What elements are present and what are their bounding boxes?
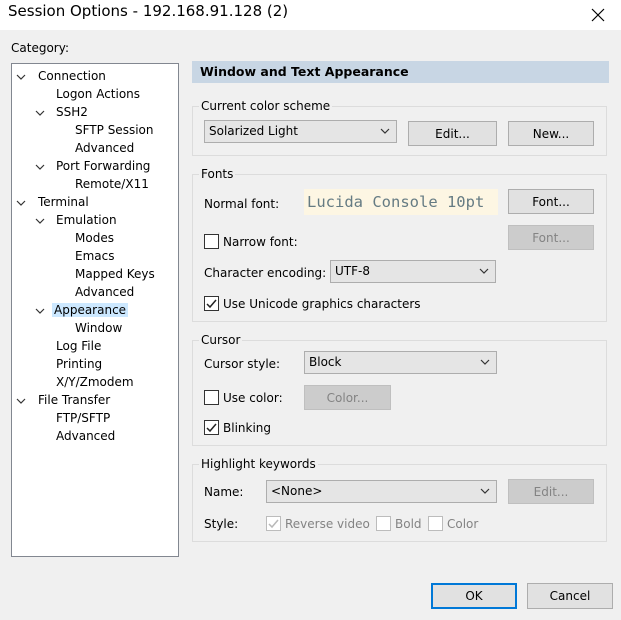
- tree-item-sftp-session[interactable]: SFTP Session: [73, 122, 155, 139]
- reverse-video-checkbox[interactable]: [266, 516, 281, 531]
- checkmark-icon: [206, 299, 217, 309]
- narrow-font-label: Narrow font:: [223, 235, 298, 249]
- tree-item-connection[interactable]: Connection: [16, 68, 108, 85]
- color-scheme-new-button[interactable]: New...: [508, 121, 594, 146]
- tree-item-file-transfer[interactable]: File Transfer: [16, 392, 112, 409]
- close-icon: [591, 8, 605, 22]
- tree-item-ftp-sftp[interactable]: FTP/SFTP: [54, 410, 112, 427]
- checkmark-icon: [268, 519, 279, 529]
- character-encoding-select[interactable]: UTF-8: [330, 260, 496, 283]
- chevron-down-icon[interactable]: [35, 216, 45, 226]
- tree-item-emacs[interactable]: Emacs: [73, 248, 116, 265]
- bold-checkbox[interactable]: [376, 516, 391, 531]
- chevron-down-icon[interactable]: [16, 72, 26, 82]
- color-scheme-group-title: Current color scheme: [199, 99, 333, 113]
- tree-item-port-forwarding[interactable]: Port Forwarding: [35, 158, 152, 175]
- highlight-style-label: Style:: [204, 517, 239, 531]
- panel-header: Window and Text Appearance: [192, 61, 609, 83]
- fonts-group-title: Fonts: [199, 167, 236, 181]
- narrow-font-checkbox[interactable]: [204, 234, 219, 249]
- highlight-name-select[interactable]: <None>: [266, 480, 497, 503]
- tree-item-xyzmodem[interactable]: X/Y/Zmodem: [54, 374, 136, 391]
- highlight-edit-button[interactable]: Edit...: [508, 479, 594, 504]
- tree-item-ssh2-advanced[interactable]: Advanced: [73, 140, 136, 157]
- tree-item-modes[interactable]: Modes: [73, 230, 116, 247]
- tree-item-logon-actions[interactable]: Logon Actions: [54, 86, 142, 103]
- unicode-graphics-checkbox[interactable]: [204, 296, 219, 311]
- color-scheme-edit-button[interactable]: Edit...: [408, 121, 497, 146]
- ok-button[interactable]: OK: [431, 583, 517, 609]
- chevron-down-icon: [480, 488, 490, 494]
- chevron-down-icon: [480, 359, 490, 365]
- chevron-down-icon[interactable]: [16, 198, 26, 208]
- color-label: Color: [447, 517, 479, 531]
- window-title: Session Options - 192.168.91.128 (2): [8, 2, 289, 20]
- tree-item-log-file[interactable]: Log File: [54, 338, 103, 355]
- normal-font-preview: Lucida Console 10pt: [304, 189, 498, 215]
- chevron-down-icon[interactable]: [16, 396, 26, 406]
- tree-item-mapped-keys[interactable]: Mapped Keys: [73, 266, 157, 283]
- category-label: Category:: [11, 41, 69, 55]
- tree-item-terminal[interactable]: Terminal: [16, 194, 91, 211]
- reverse-video-label: Reverse video: [285, 517, 370, 531]
- unicode-graphics-label: Use Unicode graphics characters: [223, 297, 421, 311]
- cursor-blinking-checkbox[interactable]: [204, 420, 219, 435]
- close-button[interactable]: [575, 0, 621, 30]
- highlight-name-label: Name:: [204, 485, 244, 499]
- cursor-use-color-label: Use color:: [223, 391, 283, 405]
- tree-item-emulation-advanced[interactable]: Advanced: [73, 284, 136, 301]
- chevron-down-icon[interactable]: [35, 306, 45, 316]
- chevron-down-icon[interactable]: [35, 162, 45, 172]
- tree-item-emulation[interactable]: Emulation: [35, 212, 119, 229]
- cursor-style-label: Cursor style:: [204, 357, 281, 371]
- normal-font-label: Normal font:: [204, 197, 280, 211]
- color-scheme-select[interactable]: Solarized Light: [204, 120, 397, 143]
- cancel-button[interactable]: Cancel: [527, 583, 613, 609]
- tree-item-file-transfer-advanced[interactable]: Advanced: [54, 428, 117, 445]
- tree-item-window[interactable]: Window: [73, 320, 124, 337]
- cursor-style-select[interactable]: Block: [304, 351, 497, 374]
- chevron-down-icon: [479, 268, 489, 274]
- highlight-group-title: Highlight keywords: [199, 457, 318, 471]
- character-encoding-label: Character encoding:: [204, 266, 327, 280]
- checkmark-icon: [206, 423, 217, 433]
- color-checkbox[interactable]: [428, 516, 443, 531]
- bold-label: Bold: [395, 517, 422, 531]
- cursor-group-title: Cursor: [199, 333, 243, 347]
- tree-item-printing[interactable]: Printing: [54, 356, 104, 373]
- tree-item-appearance[interactable]: Appearance: [35, 302, 129, 319]
- narrow-font-button[interactable]: Font...: [508, 225, 594, 250]
- normal-font-button[interactable]: Font...: [508, 189, 594, 214]
- chevron-down-icon: [380, 128, 390, 134]
- tree-item-remote-x11[interactable]: Remote/X11: [73, 176, 151, 193]
- title-bar: Session Options - 192.168.91.128 (2): [0, 0, 621, 30]
- cursor-color-button[interactable]: Color...: [304, 385, 391, 410]
- cursor-use-color-checkbox[interactable]: [204, 390, 219, 405]
- tree-item-ssh2[interactable]: SSH2: [35, 104, 90, 121]
- chevron-down-icon[interactable]: [35, 108, 45, 118]
- category-tree[interactable]: Connection Logon Actions SSH2 SFTP Sessi…: [11, 63, 179, 557]
- cursor-blinking-label: Blinking: [223, 421, 272, 435]
